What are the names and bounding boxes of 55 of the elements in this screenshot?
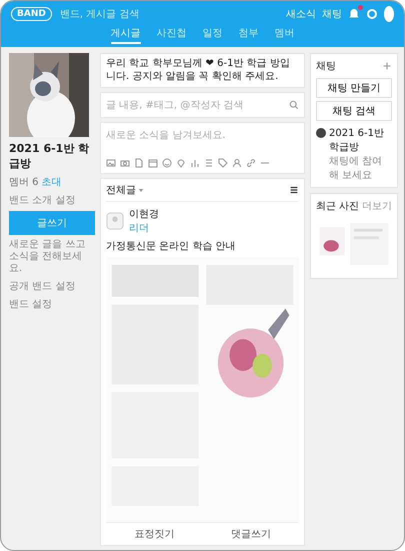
description: 새로운 글을 쓰고 소식을 전해보세요. <box>9 239 86 275</box>
notice-text: 우리 학교 학부모님께 ❤ 6-1반 학급 방입니다. 공지와 알림을 꼭 확인해 주세요. <box>106 58 291 83</box>
compose-box[interactable]: 새로운 소식을 남겨보세요. <box>100 122 305 174</box>
filter-icon[interactable] <box>289 185 299 195</box>
band-name: 2021 6-1반 학급방 <box>9 141 90 171</box>
intro-link[interactable]: 밴드 소개 설정 <box>9 193 95 207</box>
post-action[interactable]: 표정짓기 <box>134 527 174 541</box>
image-icon[interactable] <box>106 158 116 168</box>
more-link[interactable]: 더보기 <box>362 199 392 213</box>
bell-icon[interactable] <box>348 8 360 20</box>
tab[interactable]: 사진첩 <box>156 26 186 44</box>
top-link[interactable]: 새소식 <box>286 7 316 21</box>
pin-icon[interactable] <box>176 158 186 168</box>
tab[interactable]: 일정 <box>202 26 222 44</box>
top-link[interactable]: 채팅 <box>322 7 342 21</box>
photos-title: 최근 사진 <box>316 200 360 213</box>
tab[interactable]: 게시글 <box>110 26 140 44</box>
chat-room[interactable]: 2021 6-1반 학급방 채팅에 참여해 보세요 <box>316 126 392 182</box>
member-count: 멤버 6 <box>9 177 39 188</box>
settings-link[interactable]: 공개 밴드 설정 <box>9 279 95 293</box>
band-logo[interactable]: BAND <box>11 7 52 21</box>
search-icon[interactable] <box>289 100 299 110</box>
user-icon[interactable] <box>232 158 242 168</box>
list-icon[interactable] <box>204 158 214 168</box>
post-search-field[interactable]: 글 내용, #태그, @작성자 검색 <box>100 92 305 118</box>
camera-icon[interactable] <box>120 158 130 168</box>
settings-link[interactable]: 밴드 설정 <box>9 297 95 311</box>
author-role: 리더 <box>129 222 150 235</box>
compose-placeholder: 새로운 소식을 남겨보세요. <box>106 129 227 142</box>
author-name: 이현경 <box>129 208 159 221</box>
calendar-icon[interactable] <box>148 158 158 168</box>
smile-icon[interactable] <box>162 158 172 168</box>
add-icon[interactable] <box>382 61 392 71</box>
file-icon[interactable] <box>134 158 144 168</box>
caret-icon <box>138 188 144 192</box>
search-placeholder: 글 내용, #태그, @작성자 검색 <box>106 99 244 112</box>
room-avatar <box>316 128 326 138</box>
chat-button[interactable]: 채팅 검색 <box>316 101 392 121</box>
chat-title: 채팅 <box>316 60 336 73</box>
link-icon[interactable] <box>246 158 256 168</box>
invite-link[interactable]: 초대 <box>42 177 62 188</box>
post-action[interactable]: 댓글쓰기 <box>230 527 271 541</box>
tag-icon[interactable] <box>218 158 228 168</box>
vote-icon[interactable] <box>190 158 200 168</box>
tab[interactable]: 멤버 <box>274 26 294 44</box>
chat-button[interactable]: 채팅 만들기 <box>316 78 392 98</box>
tab[interactable]: 첨부 <box>238 26 258 44</box>
post-title: 가정통신문 온라인 학습 안내 <box>106 240 237 254</box>
write-button[interactable]: 글쓰기 <box>9 211 95 235</box>
room-name: 2021 6-1반 학급방 <box>329 127 385 154</box>
author-avatar <box>106 212 124 230</box>
search-field[interactable]: 밴드, 게시글 검색 <box>58 8 172 20</box>
feed-filter[interactable]: 전체글 <box>106 183 144 197</box>
avatar[interactable] <box>384 6 394 22</box>
room-preview: 채팅에 참여해 보세요 <box>329 155 384 182</box>
